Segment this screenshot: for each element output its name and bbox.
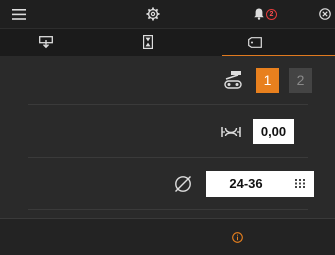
info-icon[interactable] bbox=[232, 232, 243, 243]
hamburger-icon[interactable] bbox=[12, 9, 26, 20]
close-circle-icon[interactable] bbox=[319, 8, 331, 20]
tag-icon bbox=[248, 37, 262, 48]
tab-label[interactable] bbox=[222, 29, 335, 57]
nip-icon bbox=[221, 126, 241, 138]
diameter-value: 24-36 bbox=[229, 176, 263, 191]
row-divider bbox=[28, 104, 308, 105]
tab-output[interactable] bbox=[0, 29, 111, 57]
diameter-select[interactable]: 24-36 bbox=[206, 171, 314, 197]
diameter-icon bbox=[174, 175, 192, 193]
row-divider bbox=[28, 209, 308, 210]
footer-bar bbox=[0, 218, 335, 255]
hourglass-icon bbox=[143, 35, 153, 49]
tab-bar bbox=[0, 28, 335, 57]
row-divider bbox=[28, 157, 308, 158]
tab-timer[interactable] bbox=[111, 29, 222, 57]
download-tray-icon bbox=[39, 36, 53, 49]
feeder-icon bbox=[224, 70, 242, 90]
grid-icon[interactable] bbox=[295, 179, 305, 188]
top-bar: 2 bbox=[0, 0, 335, 28]
mode-option-1[interactable]: 1 bbox=[256, 68, 279, 93]
bell-icon[interactable] bbox=[254, 8, 264, 20]
gear-icon[interactable] bbox=[146, 7, 160, 21]
mode-option-2[interactable]: 2 bbox=[289, 68, 312, 93]
notification-badge: 2 bbox=[266, 9, 277, 20]
offset-value-field[interactable]: 0,00 bbox=[253, 119, 294, 144]
